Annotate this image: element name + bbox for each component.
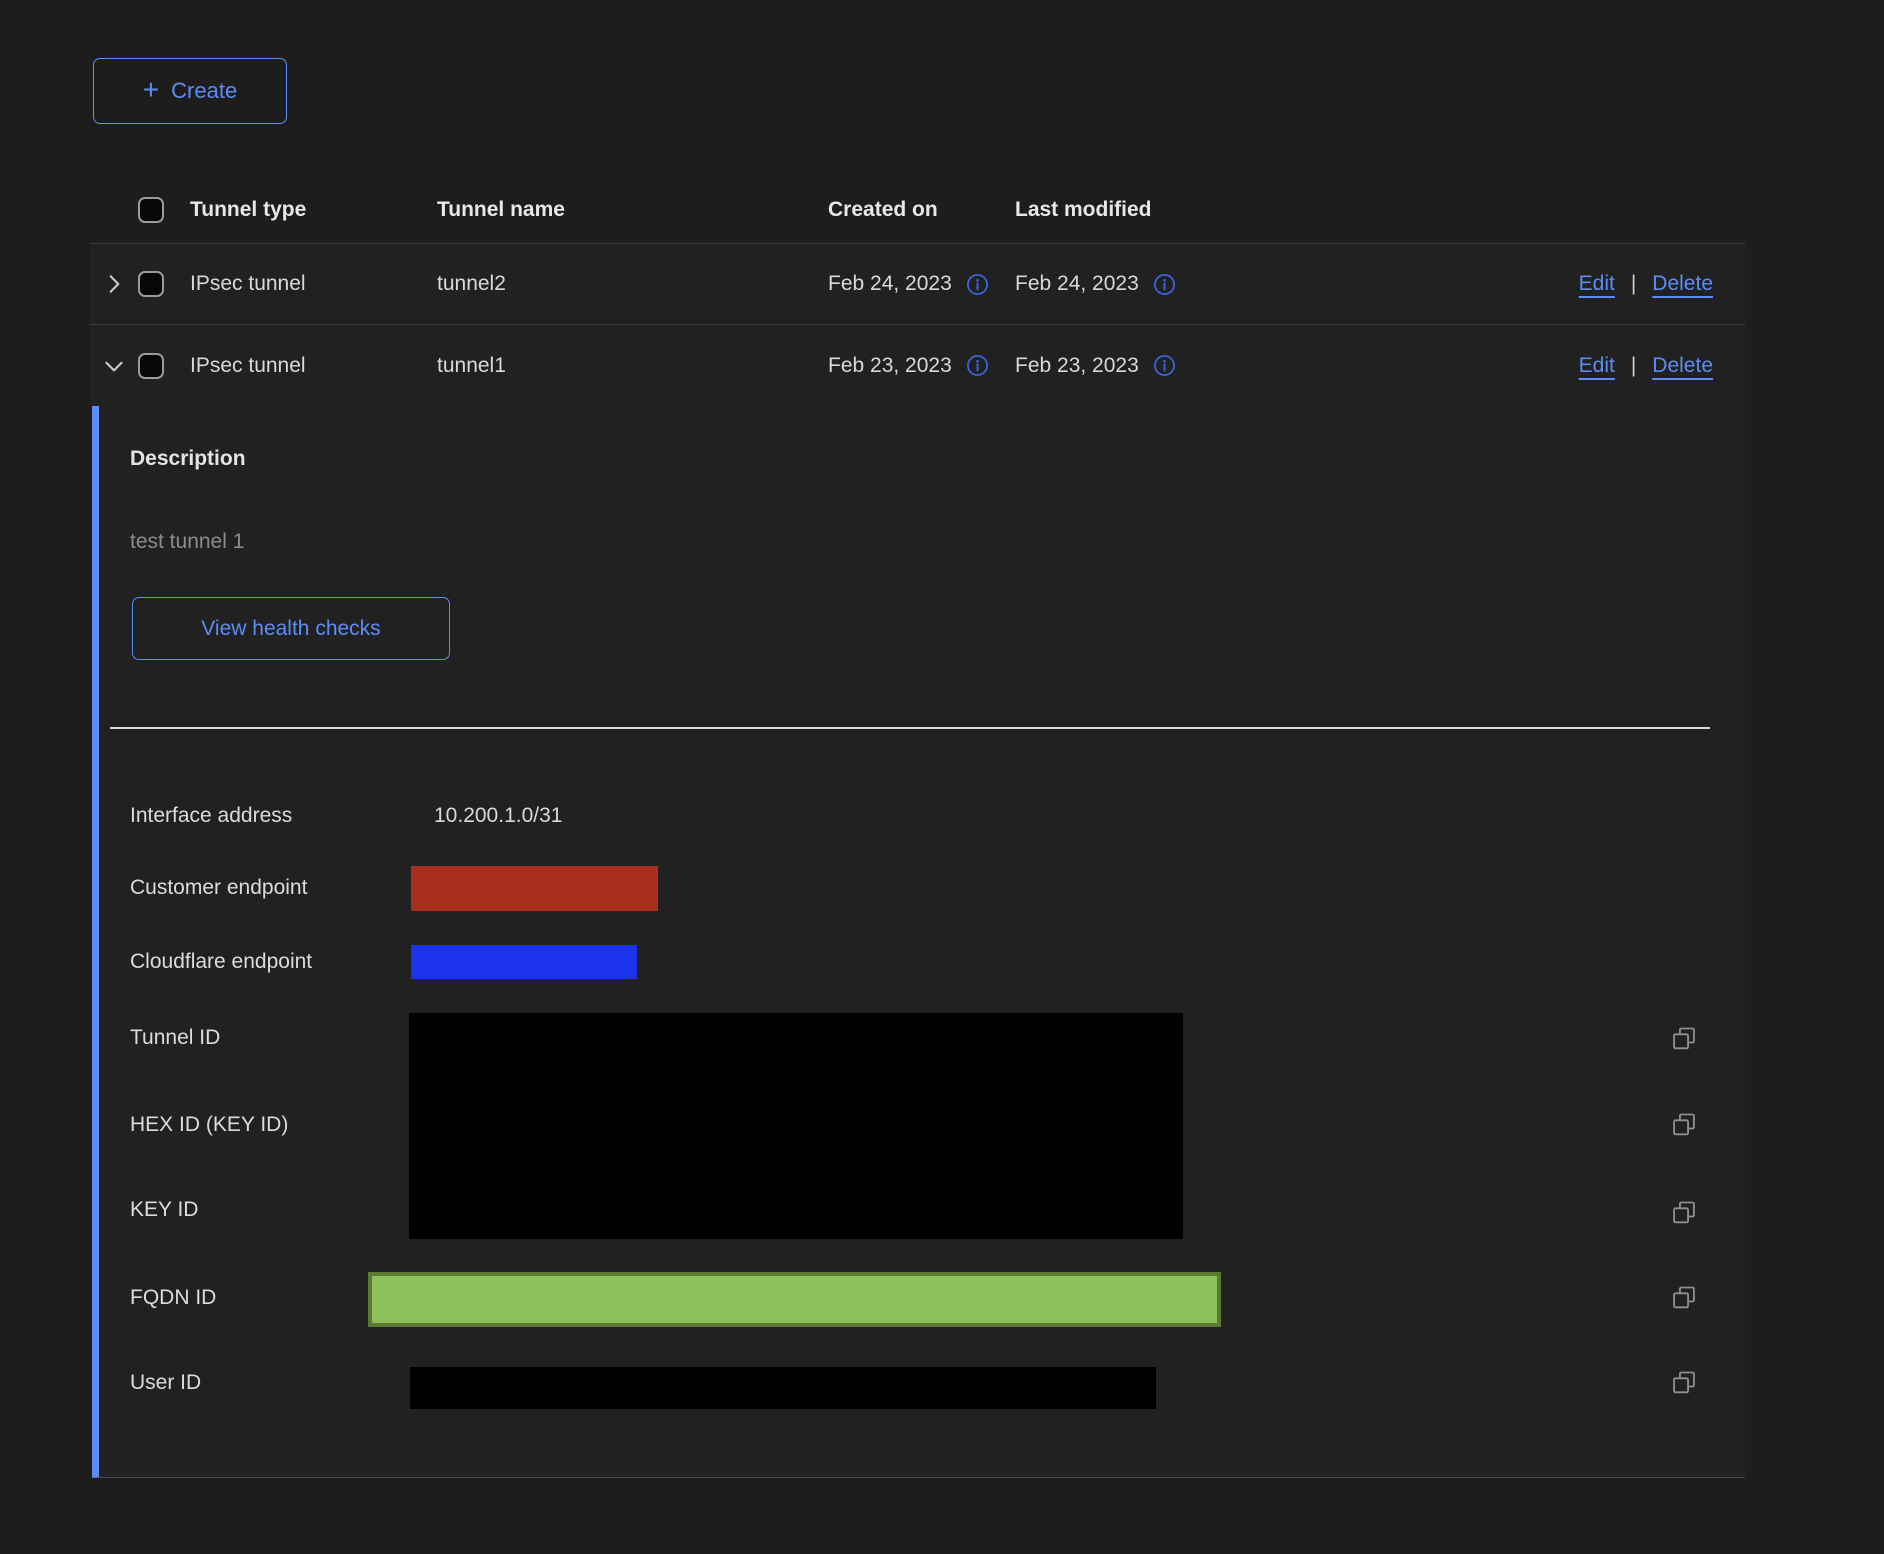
cell-tunnel-name: tunnel2 bbox=[437, 272, 828, 296]
actions-separator: | bbox=[1631, 354, 1636, 378]
field-label-fqdn-id: FQDN ID bbox=[130, 1286, 216, 1310]
field-label-hex-id: HEX ID (KEY ID) bbox=[130, 1113, 288, 1137]
collapse-row-button[interactable] bbox=[90, 353, 138, 379]
copy-icon bbox=[1670, 1025, 1698, 1053]
table-row: IPsec tunnel tunnel2 Feb 24, 2023 Feb 24… bbox=[90, 244, 1745, 325]
description-value: test tunnel 1 bbox=[130, 530, 244, 554]
redacted-customer-endpoint-value bbox=[411, 866, 658, 911]
info-circle-icon[interactable] bbox=[966, 273, 989, 296]
copy-user-id-button[interactable] bbox=[1669, 1368, 1699, 1398]
expand-row-button[interactable] bbox=[90, 271, 138, 297]
field-label-user-id: User ID bbox=[130, 1371, 201, 1395]
delete-link[interactable]: Delete bbox=[1652, 354, 1713, 378]
redacted-user-id-value bbox=[410, 1367, 1156, 1409]
cell-tunnel-type: IPsec tunnel bbox=[190, 272, 437, 296]
header-created-on: Created on bbox=[828, 198, 1015, 222]
row-checkbox[interactable] bbox=[138, 271, 164, 297]
view-health-checks-button[interactable]: View health checks bbox=[132, 597, 450, 660]
info-circle-icon[interactable] bbox=[966, 354, 989, 377]
info-circle-icon[interactable] bbox=[1153, 354, 1176, 377]
tunnels-page: { "colors": { "background": "#1d1d1d", "… bbox=[0, 0, 1884, 1554]
cell-last-modified: Feb 23, 2023 bbox=[1015, 354, 1139, 378]
copy-icon bbox=[1670, 1199, 1698, 1227]
copy-key-id-button[interactable] bbox=[1669, 1198, 1699, 1228]
tunnels-table: Tunnel type Tunnel name Created on Last … bbox=[90, 176, 1745, 406]
copy-tunnel-id-button[interactable] bbox=[1669, 1024, 1699, 1054]
header-tunnel-name: Tunnel name bbox=[437, 198, 828, 222]
table-header-row: Tunnel type Tunnel name Created on Last … bbox=[90, 176, 1745, 244]
field-label-tunnel-id: Tunnel ID bbox=[130, 1026, 220, 1050]
cell-tunnel-type: IPsec tunnel bbox=[190, 354, 437, 378]
field-value-interface-address: 10.200.1.0/31 bbox=[434, 804, 562, 828]
cell-created-on: Feb 23, 2023 bbox=[828, 354, 952, 378]
field-label-interface-address: Interface address bbox=[130, 804, 292, 828]
header-last-modified: Last modified bbox=[1015, 198, 1345, 222]
description-label: Description bbox=[130, 447, 246, 471]
copy-fqdn-id-button[interactable] bbox=[1669, 1283, 1699, 1313]
copy-icon bbox=[1670, 1111, 1698, 1139]
redacted-cloudflare-endpoint-value bbox=[411, 945, 637, 979]
field-label-cloudflare-endpoint: Cloudflare endpoint bbox=[130, 950, 312, 974]
create-button[interactable]: + Create bbox=[93, 58, 287, 124]
plus-icon: + bbox=[143, 76, 159, 104]
header-tunnel-type: Tunnel type bbox=[190, 198, 437, 222]
info-circle-icon[interactable] bbox=[1153, 273, 1176, 296]
chevron-right-icon bbox=[101, 271, 127, 297]
chevron-down-icon bbox=[101, 353, 127, 379]
cell-created-on: Feb 24, 2023 bbox=[828, 272, 952, 296]
redacted-id-values bbox=[409, 1013, 1183, 1239]
field-label-key-id: KEY ID bbox=[130, 1198, 198, 1222]
field-label-customer-endpoint: Customer endpoint bbox=[130, 876, 307, 900]
copy-icon bbox=[1670, 1284, 1698, 1312]
copy-icon bbox=[1670, 1369, 1698, 1397]
copy-hex-id-button[interactable] bbox=[1669, 1110, 1699, 1140]
cell-last-modified: Feb 24, 2023 bbox=[1015, 272, 1139, 296]
row-checkbox[interactable] bbox=[138, 353, 164, 379]
delete-link[interactable]: Delete bbox=[1652, 272, 1713, 296]
cell-tunnel-name: tunnel1 bbox=[437, 354, 828, 378]
select-all-checkbox[interactable] bbox=[138, 197, 164, 223]
tunnel-detail-panel: Description test tunnel 1 View health ch… bbox=[92, 406, 1745, 1478]
edit-link[interactable]: Edit bbox=[1579, 354, 1615, 378]
actions-separator: | bbox=[1631, 272, 1636, 296]
edit-link[interactable]: Edit bbox=[1579, 272, 1615, 296]
table-row: IPsec tunnel tunnel1 Feb 23, 2023 Feb 23… bbox=[90, 325, 1745, 406]
redacted-fqdn-id-value bbox=[368, 1272, 1221, 1327]
create-button-label: Create bbox=[171, 78, 237, 104]
panel-divider bbox=[110, 727, 1710, 729]
